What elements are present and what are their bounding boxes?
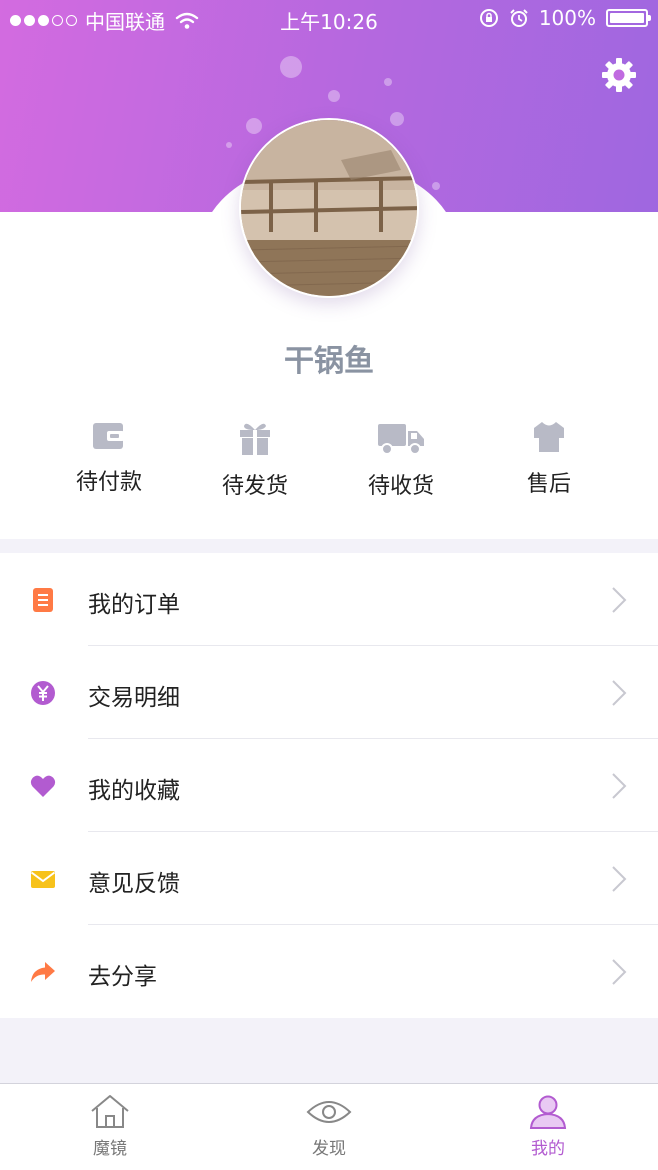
order-pending-payment[interactable]: 待付款 [34, 420, 184, 496]
order-status-bar: 待付款 待发货 待收货 售后 [0, 420, 658, 520]
chevron-right-icon [612, 773, 627, 799]
order-label: 待收货 [367, 474, 434, 499]
order-label: 待发货 [221, 474, 288, 499]
menu-item-my-orders[interactable]: 我的订单 [0, 553, 658, 646]
menu-item-favorites[interactable]: 我的收藏 [0, 739, 658, 832]
alarm-icon [510, 9, 528, 27]
username: 干锅鱼 [284, 344, 374, 379]
menu-item-share[interactable]: 去分享 [0, 925, 658, 1018]
menu-item-feedback[interactable]: 意见反馈 [0, 832, 658, 925]
tab-magic-mirror[interactable]: 魔镜 [50, 1094, 170, 1159]
avatar[interactable] [239, 118, 419, 298]
chevron-right-icon [612, 587, 627, 613]
order-pending-shipment[interactable]: 待发货 [180, 420, 330, 500]
menu-item-label: 我的订单 [88, 592, 180, 618]
menu-item-label: 我的收藏 [88, 778, 180, 804]
home-icon [91, 1095, 129, 1128]
mail-icon [30, 871, 56, 888]
battery-icon [606, 9, 651, 27]
chevron-right-icon [612, 959, 627, 985]
wallet-icon [93, 423, 124, 449]
tab-bar: 魔镜 发现 我的 [0, 1083, 658, 1170]
order-label: 售后 [526, 472, 571, 497]
battery-percent: 100% [538, 6, 596, 30]
tab-label: 发现 [312, 1139, 346, 1159]
order-label: 待付款 [75, 470, 142, 495]
tab-label: 魔镜 [93, 1139, 127, 1159]
user-icon [529, 1095, 567, 1129]
eye-icon [306, 1101, 352, 1123]
order-pending-receipt[interactable]: 待收货 [326, 420, 476, 500]
settings-gear-icon[interactable] [600, 56, 638, 94]
tab-label: 我的 [531, 1139, 565, 1159]
menu-list: 我的订单 交易明细 我的收藏 意见反馈 去分享 [0, 553, 658, 1018]
menu-item-label: 意见反馈 [88, 871, 180, 897]
rotation-lock-icon [479, 9, 498, 27]
chevron-right-icon [612, 680, 627, 706]
gift-icon [240, 423, 270, 455]
share-icon [31, 962, 55, 982]
tab-discover[interactable]: 发现 [269, 1094, 389, 1159]
shirt-icon [534, 422, 564, 452]
menu-item-label: 交易明细 [88, 685, 180, 711]
chevron-right-icon [612, 866, 627, 892]
menu-item-label: 去分享 [88, 964, 157, 990]
heart-icon [30, 775, 56, 797]
order-after-sales[interactable]: 售后 [474, 420, 624, 498]
yen-icon [31, 681, 55, 705]
status-bar: 中国联通 上午10:26 100% [0, 0, 658, 36]
menu-item-transactions[interactable]: 交易明细 [0, 646, 658, 739]
order-list-icon [33, 588, 53, 612]
avatar-photo [241, 120, 417, 296]
tab-mine[interactable]: 我的 [488, 1094, 608, 1159]
truck-icon [378, 424, 424, 455]
